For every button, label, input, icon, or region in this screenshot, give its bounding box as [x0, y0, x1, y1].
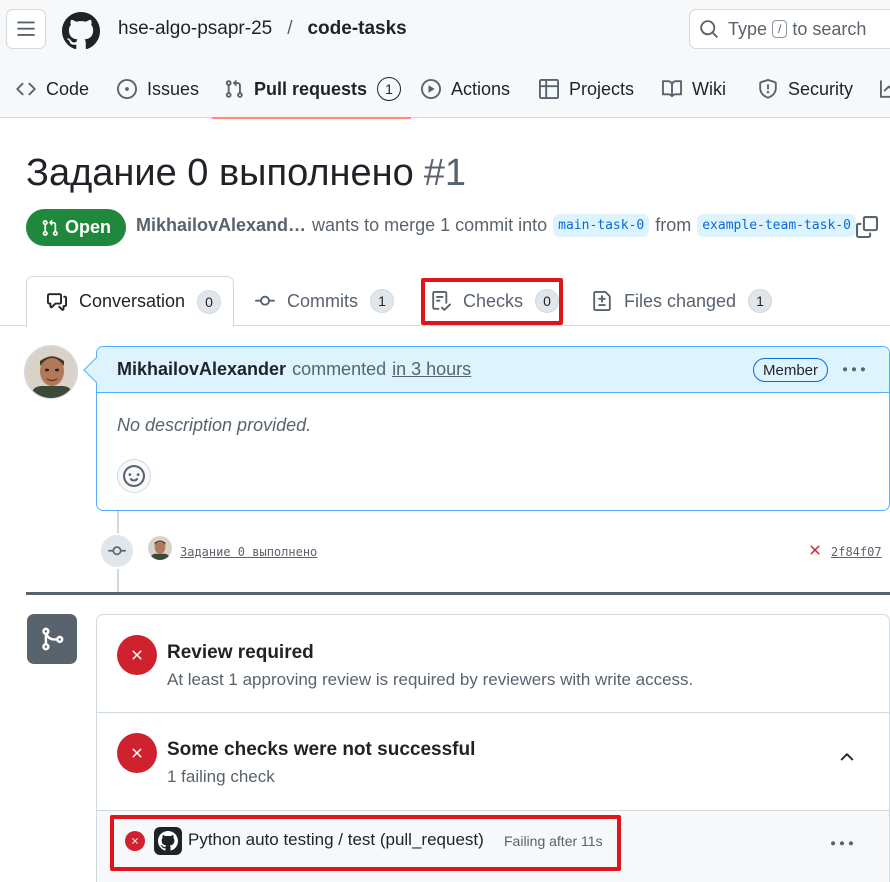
- pr-meta: MikhailovAlexand… wants to merge 1 commi…: [136, 214, 862, 237]
- status-badge: Open: [26, 209, 126, 246]
- comment-timestamp[interactable]: in 3 hours: [392, 359, 471, 380]
- commit-message-link[interactable]: Задание 0 выполнено: [180, 545, 317, 559]
- head-branch[interactable]: example-team-task-0: [697, 214, 856, 237]
- comment-action: commented: [292, 359, 387, 379]
- x-icon: [132, 650, 142, 660]
- nav-pull-requests[interactable]: Pull requests 1: [211, 60, 412, 119]
- review-fail-icon: [117, 635, 157, 675]
- git-pull-request-icon: [225, 79, 243, 98]
- breadcrumb-owner[interactable]: hse-algo-psapr-25: [118, 18, 272, 40]
- file-diff-icon: [593, 291, 611, 311]
- nav-security[interactable]: Security: [758, 60, 853, 118]
- timeline-divider: [26, 592, 890, 595]
- nav-code[interactable]: Code: [16, 60, 89, 118]
- nav-code-label: Code: [46, 78, 90, 99]
- repo-nav: Code Issues Pull requests 1 Actions Proj…: [0, 60, 890, 119]
- review-required-subtitle: At least 1 approving review is required …: [167, 670, 694, 689]
- app-header: hse-algo-psapr-25 / code-tasks Type / to…: [0, 0, 890, 60]
- nav-wiki-label: Wiki: [692, 78, 726, 99]
- graph-icon: [880, 80, 890, 98]
- merge-text: wants to merge 1 commit into: [312, 215, 548, 235]
- commit-badge: [99, 533, 135, 569]
- comment-options-button[interactable]: [843, 359, 865, 381]
- add-reaction-button[interactable]: [117, 459, 151, 493]
- git-commit-icon: [108, 546, 126, 556]
- comment-author[interactable]: MikhailovAlexander: [117, 359, 286, 380]
- nav-projects[interactable]: Projects: [539, 60, 634, 118]
- chevron-up-icon: [840, 753, 854, 761]
- breadcrumb-repo[interactable]: code-tasks: [307, 18, 406, 40]
- nav-actions-label: Actions: [451, 78, 511, 99]
- pr-number: #1: [423, 152, 467, 194]
- tab-files-changed-count: 1: [748, 289, 773, 313]
- table-icon: [539, 79, 559, 99]
- timeline-line-lower: [117, 569, 119, 593]
- nav-insights-icon[interactable]: [880, 60, 890, 118]
- pr-title-text: Задание 0 выполнено: [26, 152, 414, 194]
- base-branch[interactable]: main-task-0: [553, 214, 650, 237]
- checks-tab-highlight: [421, 278, 563, 325]
- mergebox-divider: [97, 712, 889, 713]
- nav-issues[interactable]: Issues: [117, 60, 199, 118]
- git-pull-request-icon: [42, 219, 58, 236]
- pull-requests-count: 1: [377, 77, 402, 101]
- tab-conversation[interactable]: Conversation 0: [26, 276, 234, 327]
- comment-body: No description provided.: [117, 415, 312, 435]
- comment-header: MikhailovAlexander commented in 3 hours …: [97, 347, 889, 393]
- git-merge-icon: [27, 614, 77, 664]
- commit-sha-link[interactable]: 2f84f07: [831, 545, 882, 559]
- menu-button[interactable]: [6, 9, 46, 49]
- shield-icon: [759, 79, 777, 99]
- kebab-horizontal-icon: [843, 367, 865, 372]
- check-options-button[interactable]: [831, 833, 853, 855]
- collapse-checks-button[interactable]: [837, 747, 857, 767]
- search-input[interactable]: Type / to search: [689, 9, 890, 49]
- comment-discussion-icon: [47, 292, 67, 311]
- issue-opened-icon: [117, 79, 137, 99]
- pr-author-link[interactable]: MikhailovAlexand…: [136, 215, 306, 236]
- checks-fail-icon: [117, 733, 157, 773]
- tab-commits[interactable]: Commits 1: [255, 276, 394, 326]
- tab-files-changed-label: Files changed: [624, 290, 737, 311]
- hamburger-icon: [17, 21, 35, 36]
- member-badge: Member: [753, 358, 829, 382]
- search-shortcut-key: /: [772, 20, 788, 38]
- play-icon: [421, 79, 441, 99]
- avatar[interactable]: [24, 345, 78, 399]
- smiley-icon: [123, 465, 145, 487]
- nav-wiki[interactable]: Wiki: [662, 60, 726, 118]
- tab-conversation-label: Conversation: [79, 291, 186, 311]
- kebab-horizontal-icon: [831, 841, 853, 846]
- check-row-highlight: [110, 815, 621, 871]
- book-icon: [662, 80, 682, 98]
- github-logo-icon[interactable]: [62, 12, 100, 50]
- page-title: Задание 0 выполнено #1: [26, 152, 466, 195]
- nav-actions[interactable]: Actions: [421, 60, 510, 118]
- search-placeholder-prefix: Type: [728, 18, 768, 39]
- tab-files-changed[interactable]: Files changed 1: [592, 276, 773, 326]
- from-text: from: [655, 215, 692, 235]
- comment-box: MikhailovAlexander commented in 3 hours …: [83, 346, 890, 511]
- breadcrumb-separator: /: [287, 18, 293, 39]
- code-icon: [16, 82, 36, 96]
- commit-author-avatar[interactable]: [148, 536, 172, 560]
- breadcrumb: hse-algo-psapr-25 / code-tasks: [118, 18, 407, 40]
- nav-projects-label: Projects: [569, 78, 635, 99]
- tab-commits-count: 1: [370, 289, 394, 313]
- status-badge-label: Open: [64, 217, 111, 237]
- search-icon: [700, 20, 718, 38]
- nav-pull-requests-label: Pull requests: [254, 78, 368, 99]
- review-required-title: Review required: [167, 642, 314, 663]
- checks-title: Some checks were not successful: [167, 739, 476, 760]
- nav-issues-label: Issues: [147, 78, 200, 99]
- search-placeholder-suffix: to search: [792, 18, 867, 39]
- checks-subtitle: 1 failing check: [167, 767, 275, 786]
- nav-security-label: Security: [788, 78, 854, 99]
- copy-icon[interactable]: [856, 216, 878, 238]
- x-icon: [132, 748, 142, 758]
- tab-conversation-count: 0: [197, 289, 222, 314]
- tab-commits-label: Commits: [287, 290, 358, 311]
- x-icon[interactable]: [807, 542, 823, 558]
- git-commit-icon: [255, 295, 275, 306]
